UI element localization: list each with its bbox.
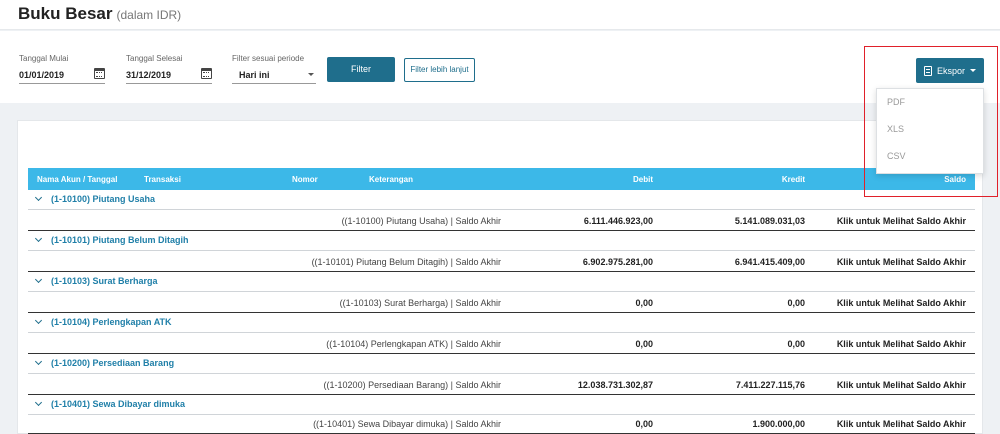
row-description: ((1-10200) Persediaan Barang) | Saldo Ak… bbox=[323, 380, 501, 390]
view-balance-link[interactable]: Klik untuk Melihat Saldo Akhir bbox=[837, 380, 966, 390]
filter-button[interactable]: Filter bbox=[327, 57, 395, 82]
header-credit: Kredit bbox=[781, 175, 805, 184]
view-balance-link[interactable]: Klik untuk Melihat Saldo Akhir bbox=[837, 257, 966, 267]
view-balance-link[interactable]: Klik untuk Melihat Saldo Akhir bbox=[837, 339, 966, 349]
table-row: ((1-10103) Surat Berharga) | Saldo Akhir… bbox=[28, 293, 975, 313]
chevron-down-icon[interactable] bbox=[34, 275, 43, 284]
account-name[interactable]: (1-10401) Sewa Dibayar dimuka bbox=[51, 399, 185, 409]
calendar-icon[interactable] bbox=[94, 68, 105, 79]
view-balance-link[interactable]: Klik untuk Melihat Saldo Akhir bbox=[837, 298, 966, 308]
row-debit: 0,00 bbox=[635, 339, 653, 349]
page-title: Buku Besar (dalam IDR) bbox=[18, 4, 181, 24]
chevron-down-icon[interactable] bbox=[34, 316, 43, 325]
table-row: ((1-10104) Perlengkapan ATK) | Saldo Akh… bbox=[28, 334, 975, 354]
account-group-row[interactable]: (1-10103) Surat Berharga bbox=[28, 272, 975, 292]
account-name[interactable]: (1-10200) Persediaan Barang bbox=[51, 358, 174, 368]
start-date-label: Tanggal Mulai bbox=[19, 54, 69, 63]
document-icon bbox=[923, 65, 932, 76]
account-group-row[interactable]: (1-10200) Persediaan Barang bbox=[28, 354, 975, 374]
period-select[interactable]: Hari ini bbox=[232, 70, 316, 84]
row-credit: 6.941.415.409,00 bbox=[734, 257, 805, 267]
header-debit: Debit bbox=[633, 175, 653, 184]
advanced-filter-button[interactable]: Filter lebih lanjut bbox=[404, 58, 475, 82]
table-row: ((1-10101) Piutang Belum Ditagih) | Sald… bbox=[28, 252, 975, 272]
account-name[interactable]: (1-10100) Piutang Usaha bbox=[51, 194, 155, 204]
header-description: Keterangan bbox=[369, 175, 414, 184]
chevron-down-icon[interactable] bbox=[34, 234, 43, 243]
chevron-down-icon[interactable] bbox=[34, 398, 43, 407]
chevron-down-icon bbox=[970, 69, 976, 72]
row-description: ((1-10103) Surat Berharga) | Saldo Akhir bbox=[339, 298, 501, 308]
row-credit: 0,00 bbox=[787, 298, 805, 308]
end-date-value: 31/12/2019 bbox=[126, 70, 172, 80]
account-name[interactable]: (1-10103) Surat Berharga bbox=[51, 276, 158, 286]
period-filter-label: Filter sesuai periode bbox=[232, 54, 305, 63]
period-filter-field[interactable]: Filter sesuai periode Hari ini bbox=[232, 54, 316, 84]
chevron-down-icon[interactable] bbox=[34, 357, 43, 366]
export-option-xls[interactable]: XLS bbox=[877, 116, 983, 143]
header-account: Nama Akun / Tanggal bbox=[37, 175, 118, 184]
header-transaction: Transaksi bbox=[144, 175, 181, 184]
start-date-value: 01/01/2019 bbox=[19, 70, 65, 80]
view-balance-link[interactable]: Klik untuk Melihat Saldo Akhir bbox=[837, 216, 966, 226]
table-row: ((1-10401) Sewa Dibayar dimuka) | Saldo … bbox=[28, 414, 975, 434]
table-header: Nama Akun / Tanggal Transaksi Nomor Kete… bbox=[28, 168, 975, 190]
filter-bar: Tanggal Mulai 01/01/2019 Tanggal Selesai… bbox=[0, 31, 1000, 103]
chevron-down-icon[interactable] bbox=[34, 193, 43, 202]
account-name[interactable]: (1-10104) Perlengkapan ATK bbox=[51, 317, 172, 327]
row-credit: 7.411.227.115,76 bbox=[735, 380, 805, 390]
row-description: ((1-10104) Perlengkapan ATK) | Saldo Akh… bbox=[326, 339, 501, 349]
chevron-down-icon bbox=[308, 73, 314, 76]
account-name[interactable]: (1-10101) Piutang Belum Ditagih bbox=[51, 235, 189, 245]
header-number: Nomor bbox=[292, 175, 318, 184]
row-credit: 1.900.000,00 bbox=[752, 419, 805, 429]
export-dropdown-menu: PDF XLS CSV bbox=[876, 88, 984, 174]
row-debit: 0,00 bbox=[635, 419, 653, 429]
row-debit: 6.902.975.281,00 bbox=[582, 257, 653, 267]
end-date-field[interactable]: Tanggal Selesai 31/12/2019 bbox=[126, 54, 212, 84]
export-button[interactable]: Ekspor bbox=[916, 58, 984, 83]
page-title-text: Buku Besar bbox=[18, 4, 113, 23]
account-group-row[interactable]: (1-10104) Perlengkapan ATK bbox=[28, 313, 975, 333]
row-description: ((1-10100) Piutang Usaha) | Saldo Akhir bbox=[341, 216, 501, 226]
page-header: Buku Besar (dalam IDR) bbox=[0, 0, 1000, 30]
account-group-row[interactable]: (1-10401) Sewa Dibayar dimuka bbox=[28, 395, 975, 415]
export-option-csv[interactable]: CSV bbox=[877, 143, 983, 170]
start-date-input[interactable]: 01/01/2019 bbox=[19, 68, 105, 84]
row-debit: 0,00 bbox=[635, 298, 653, 308]
row-credit: 5.141.089.031,03 bbox=[734, 216, 805, 226]
row-description: ((1-10101) Piutang Belum Ditagih) | Sald… bbox=[311, 257, 501, 267]
table-row: ((1-10100) Piutang Usaha) | Saldo Akhir … bbox=[28, 211, 975, 231]
table-row: ((1-10200) Persediaan Barang) | Saldo Ak… bbox=[28, 375, 975, 395]
end-date-label: Tanggal Selesai bbox=[126, 54, 183, 63]
account-group-row[interactable]: (1-10101) Piutang Belum Ditagih bbox=[28, 231, 975, 251]
row-debit: 6.111.446.923,00 bbox=[583, 216, 653, 226]
header-balance: Saldo bbox=[944, 175, 966, 184]
row-description: ((1-10401) Sewa Dibayar dimuka) | Saldo … bbox=[313, 419, 501, 429]
end-date-input[interactable]: 31/12/2019 bbox=[126, 68, 212, 84]
export-option-pdf[interactable]: PDF bbox=[877, 89, 983, 116]
account-group-row[interactable]: (1-10100) Piutang Usaha bbox=[28, 190, 975, 210]
row-debit: 12.038.731.302,87 bbox=[577, 380, 653, 390]
start-date-field[interactable]: Tanggal Mulai 01/01/2019 bbox=[19, 54, 105, 84]
page-subtitle: (dalam IDR) bbox=[116, 8, 182, 22]
export-button-label: Ekspor bbox=[936, 65, 965, 76]
calendar-icon[interactable] bbox=[201, 68, 212, 79]
period-select-value: Hari ini bbox=[239, 70, 270, 80]
row-credit: 0,00 bbox=[787, 339, 805, 349]
view-balance-link[interactable]: Klik untuk Melihat Saldo Akhir bbox=[837, 419, 966, 429]
